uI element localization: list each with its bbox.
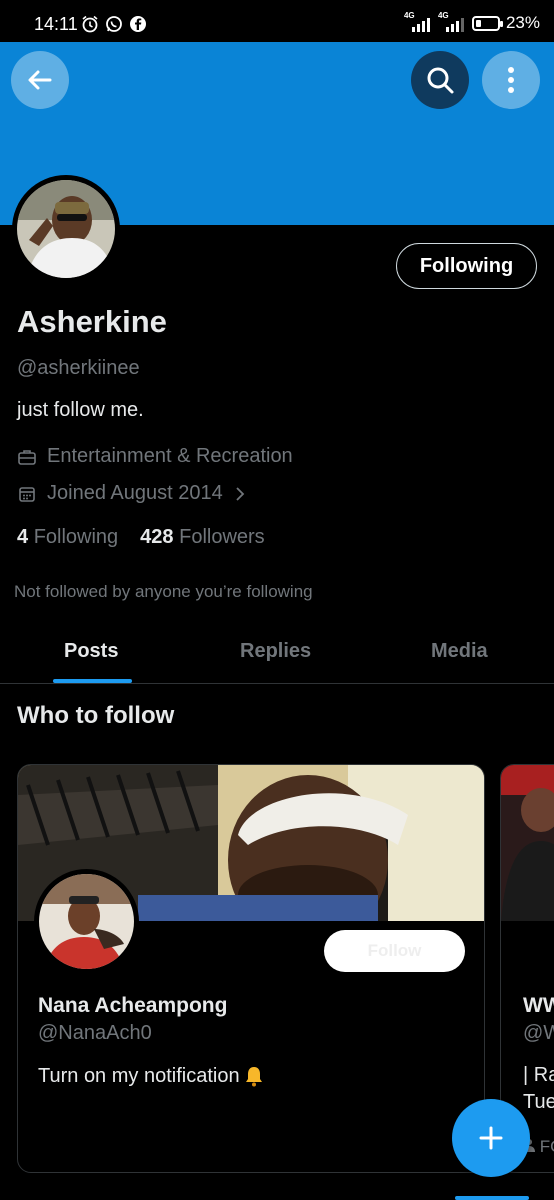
arrow-left-icon [28,70,52,90]
suggestion-2-handle: @W [523,1022,554,1044]
suggestion-2-cover-photo [501,765,554,921]
whatsapp-icon [106,16,122,32]
status-notification-icons [81,15,147,33]
suggestion-2-meta-text: FO [539,1137,554,1156]
suggestion-card[interactable]: Follow Nana Acheampong @NanaAch0 Turn on… [17,764,485,1173]
suggestion-bio: Turn on my notification [38,1064,266,1088]
status-right: 4G 4G 23% [404,11,540,33]
following-count: 4 [17,526,29,548]
tab-replies[interactable]: Replies [240,640,311,663]
tab-media[interactable]: Media [431,640,488,663]
category-label: Entertainment & Recreation [47,445,293,467]
who-to-follow-title: Who to follow [17,702,175,729]
joined-label: Joined August 2014 [47,482,223,504]
suggestion-follow-button[interactable]: Follow [324,930,465,972]
battery-percent: 23% [505,13,540,32]
signal-2-icon: 4G [438,11,466,32]
suggestion-avatar-photo [39,874,134,969]
profile-joined[interactable]: Joined August 2014 [17,482,247,505]
calendar-icon [19,486,35,502]
followers-count: 428 [140,526,174,548]
not-followed-notice: Not followed by anyone you’re following [14,582,313,601]
alarm-icon [82,15,98,33]
active-tab-indicator [53,679,132,683]
profile-handle: @asherkiinee [17,357,140,379]
status-time: 14:11 [34,14,78,34]
signal-1-icon: 4G [404,11,432,32]
following-label: Following [33,526,119,548]
battery-icon [471,15,503,31]
search-button[interactable] [411,51,469,109]
profile-tabs: Posts Replies Media [0,622,554,684]
search-icon [427,67,454,94]
scroll-indicator [455,1196,529,1200]
follow-counts: 4 Following 428 Followers [17,526,265,549]
profile-avatar[interactable] [12,175,120,283]
profile-name: Asherkine [17,304,167,339]
followers-label: Followers [179,526,265,548]
bell-icon [245,1067,262,1087]
back-button[interactable] [11,51,69,109]
suggestion-bio-text: Turn on my notification [38,1064,240,1087]
following-count-link[interactable]: 4 Following [17,526,118,549]
tab-posts[interactable]: Posts [64,640,118,663]
plus-icon [479,1126,503,1150]
compose-fab[interactable] [452,1099,530,1177]
profile-category: Entertainment & Recreation [17,445,293,468]
more-options-button[interactable] [482,51,540,109]
facebook-icon [130,16,146,32]
suggestion-name: Nana Acheampong [38,994,228,1017]
more-vertical-icon [508,67,514,93]
suggestion-avatar[interactable] [34,869,139,974]
avatar-photo [17,180,115,278]
briefcase-icon [18,449,36,465]
suggestion-handle: @NanaAch0 [38,1022,152,1044]
followers-count-link[interactable]: 428 Followers [140,526,265,549]
chevron-right-icon [236,486,244,501]
status-bar: 14:11 4G 4G 23% [0,0,554,42]
following-button[interactable]: Following [396,243,537,289]
profile-bio: just follow me. [17,399,144,421]
suggestion-2-bio-line2: Tue [523,1091,554,1113]
suggestion-2-name: WW [523,994,554,1017]
suggestion-2-bio-line1: | Ra [523,1064,554,1086]
